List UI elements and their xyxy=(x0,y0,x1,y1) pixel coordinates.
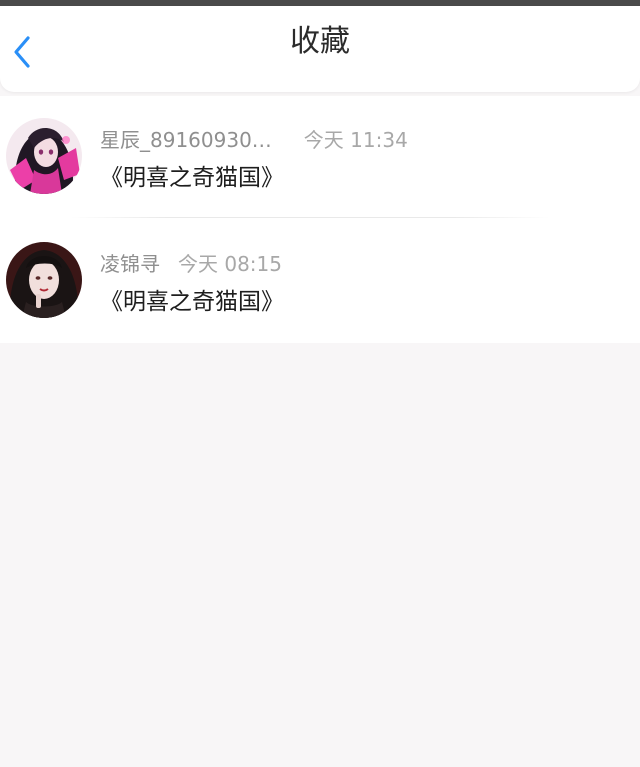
avatar[interactable] xyxy=(6,118,82,194)
divider xyxy=(70,217,550,218)
list-item[interactable]: 星辰_89160930… 今天 11:34 《明喜之奇猫国》 xyxy=(0,96,640,220)
item-meta: 凌锦寻 今天 08:15 xyxy=(100,248,282,276)
favorites-list: 星辰_89160930… 今天 11:34 《明喜之奇猫国》 凌锦寻 今天 08:1… xyxy=(0,96,640,343)
book-title[interactable]: 《明喜之奇猫国》 xyxy=(100,158,284,192)
timestamp: 今天 11:34 xyxy=(303,128,408,152)
list-item[interactable]: 凌锦寻 今天 08:15 《明喜之奇猫国》 xyxy=(0,220,640,344)
username[interactable]: 星辰_89160930… xyxy=(100,124,272,153)
avatar[interactable] xyxy=(6,242,82,318)
book-title[interactable]: 《明喜之奇猫国》 xyxy=(100,282,284,316)
page-title: 收藏 xyxy=(290,24,350,59)
timestamp: 今天 08:15 xyxy=(178,252,282,276)
username[interactable]: 凌锦寻 xyxy=(100,248,160,277)
pink-haired-girl-avatar-icon xyxy=(6,118,82,194)
dark-haired-girl-avatar-icon xyxy=(6,242,82,318)
item-meta: 星辰_89160930… 今天 11:34 xyxy=(100,124,408,152)
